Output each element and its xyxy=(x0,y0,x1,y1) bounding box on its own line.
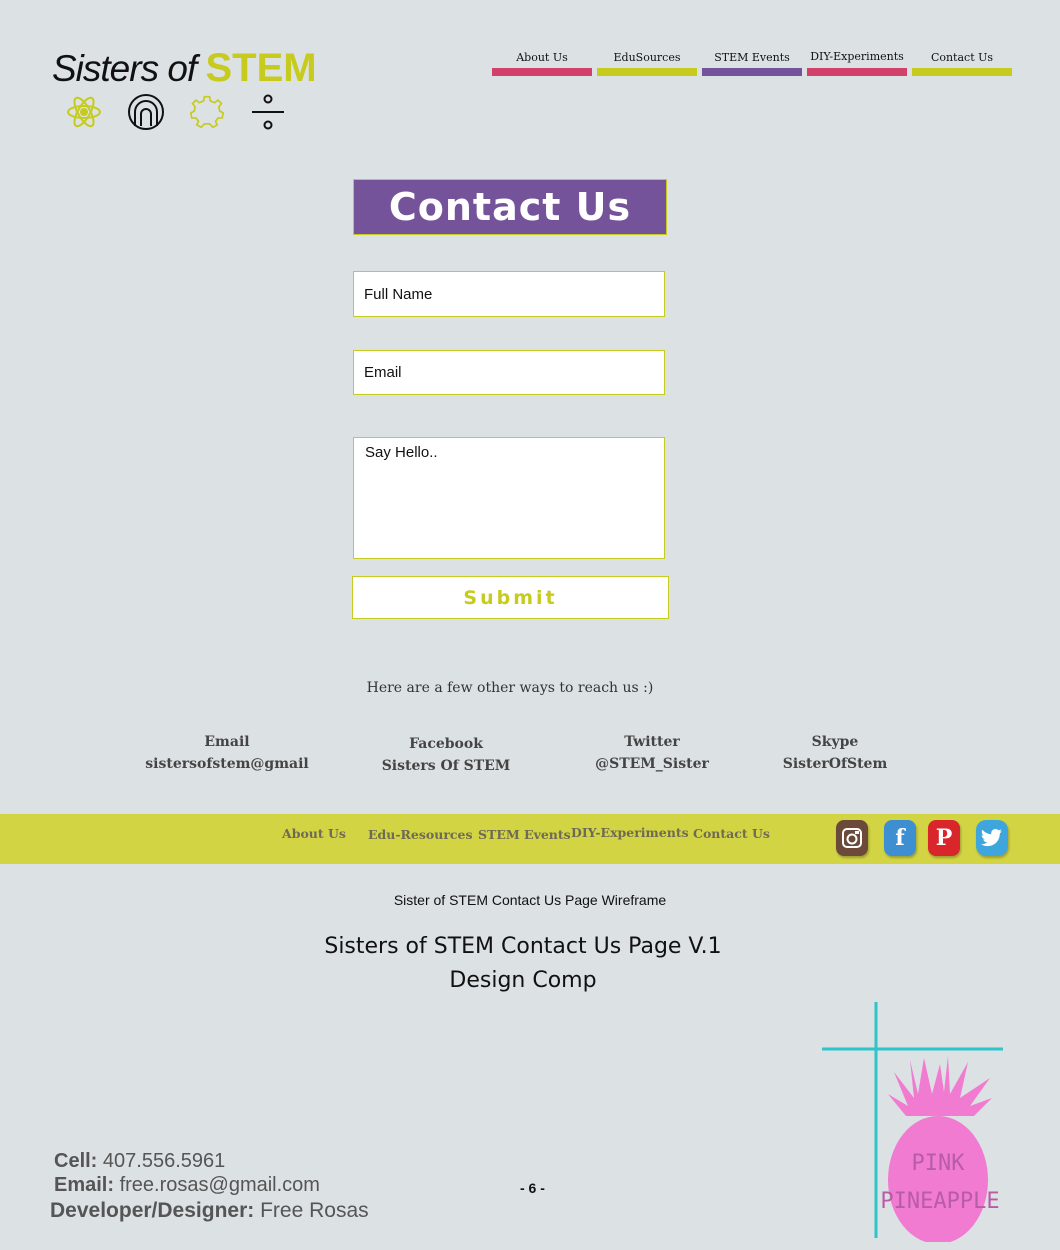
contact-email[interactable]: Email sistersofstem@gmail xyxy=(140,731,314,775)
nav-label: Contact Us xyxy=(930,51,994,64)
submit-button[interactable]: Submit xyxy=(352,576,669,619)
facebook-icon[interactable]: f xyxy=(884,820,916,856)
nav-label: STEM Events xyxy=(714,51,790,64)
nav-diy-experiments[interactable]: DIY-Experiments xyxy=(807,50,907,76)
twitter-icon[interactable] xyxy=(976,820,1008,856)
pink-pineapple-logo: PINK PINEAPPLE xyxy=(822,1002,1003,1242)
email-line: Email: free.rosas@gmail.com xyxy=(54,1174,320,1197)
cell-label: Cell: xyxy=(54,1150,98,1172)
footer-nav-contact-us[interactable]: Contact Us xyxy=(693,826,770,841)
divide-icon xyxy=(252,94,284,130)
footer-nav-diy-experiments[interactable]: DIY-Experiments xyxy=(571,825,689,840)
nav-bar xyxy=(492,68,592,76)
nav-bar xyxy=(702,68,802,76)
brand-line2: PINEAPPLE xyxy=(880,1189,999,1214)
contact-value: SisterOfStem xyxy=(782,756,888,772)
logo-text-accent: STEM xyxy=(205,46,317,90)
contact-skype[interactable]: Skype SisterOfStem xyxy=(760,731,910,775)
developer-line: Developer/Designer: Free Rosas xyxy=(50,1199,369,1223)
contact-twitter[interactable]: Twitter @STEM_Sister xyxy=(572,731,732,775)
contact-value: @STEM_Sister xyxy=(595,756,709,772)
page-number: - 6 - xyxy=(520,1180,545,1196)
page-title: Contact Us xyxy=(353,179,667,235)
cell-value: 407.556.5961 xyxy=(102,1150,226,1172)
nav-bar xyxy=(597,68,697,76)
cell-line: Cell: 407.556.5961 xyxy=(54,1150,225,1173)
contact-label: Facebook xyxy=(409,736,483,752)
developer-label: Developer/Designer: xyxy=(50,1199,255,1222)
footer-nav-edu-resources[interactable]: Edu-Resources xyxy=(368,827,473,842)
comp-title-line1: Sisters of STEM Contact Us Page V.1 xyxy=(324,934,722,959)
wireframe-label: Sister of STEM Contact Us Page Wireframe xyxy=(393,892,667,908)
lightbulb-icon xyxy=(128,94,164,130)
nav-bar xyxy=(807,68,907,76)
design-comp-title: Sisters of STEM Contact Us Page V.1 Desi… xyxy=(0,930,1046,998)
nav-label: EduSources xyxy=(613,51,681,64)
contact-value: Sisters Of STEM xyxy=(381,758,511,774)
nav-about-us[interactable]: About Us xyxy=(492,50,592,76)
pinterest-glyph: P xyxy=(935,825,953,851)
nav-label: About Us xyxy=(516,51,568,64)
nav-label: DIY-Experiments xyxy=(810,50,904,63)
comp-title-line2: Design Comp xyxy=(449,968,597,993)
contact-value: sistersofstem@gmail xyxy=(145,756,309,772)
logo-text-main: Sisters of xyxy=(52,48,206,89)
contact-facebook[interactable]: Facebook Sisters Of STEM xyxy=(366,733,526,777)
instagram-icon[interactable] xyxy=(836,820,868,856)
nav-contact-us[interactable]: Contact Us xyxy=(912,50,1012,76)
atom-icon xyxy=(67,96,101,128)
nav-bar xyxy=(912,68,1012,76)
email-input[interactable] xyxy=(353,350,665,395)
contact-label: Twitter xyxy=(624,734,680,750)
nav-edusources[interactable]: EduSources xyxy=(597,50,697,76)
site-logo[interactable]: Sisters of STEM xyxy=(52,46,317,91)
message-textarea[interactable] xyxy=(353,437,665,559)
facebook-glyph: f xyxy=(895,825,905,851)
reach-text: Here are a few other ways to reach us :) xyxy=(366,680,654,696)
email-value: free.rosas@gmail.com xyxy=(119,1174,320,1196)
full-name-input[interactable] xyxy=(353,271,665,317)
contact-label: Email xyxy=(204,734,250,750)
nav-stem-events[interactable]: STEM Events xyxy=(702,50,802,76)
logo-icons xyxy=(67,94,284,130)
twitter-bird-glyph xyxy=(981,829,1002,847)
footer-nav-about-us[interactable]: About Us xyxy=(282,826,346,841)
brand-line1: PINK xyxy=(912,1151,966,1176)
pinterest-icon[interactable]: P xyxy=(928,820,960,856)
instagram-glyph xyxy=(842,828,862,848)
top-nav: About Us EduSources STEM Events DIY-Expe… xyxy=(492,50,1017,76)
email-label: Email: xyxy=(54,1174,115,1196)
gear-icon xyxy=(189,95,225,129)
footer-nav-stem-events[interactable]: STEM Events xyxy=(478,827,571,842)
developer-value: Free Rosas xyxy=(260,1199,369,1222)
contact-label: Skype xyxy=(811,734,859,750)
